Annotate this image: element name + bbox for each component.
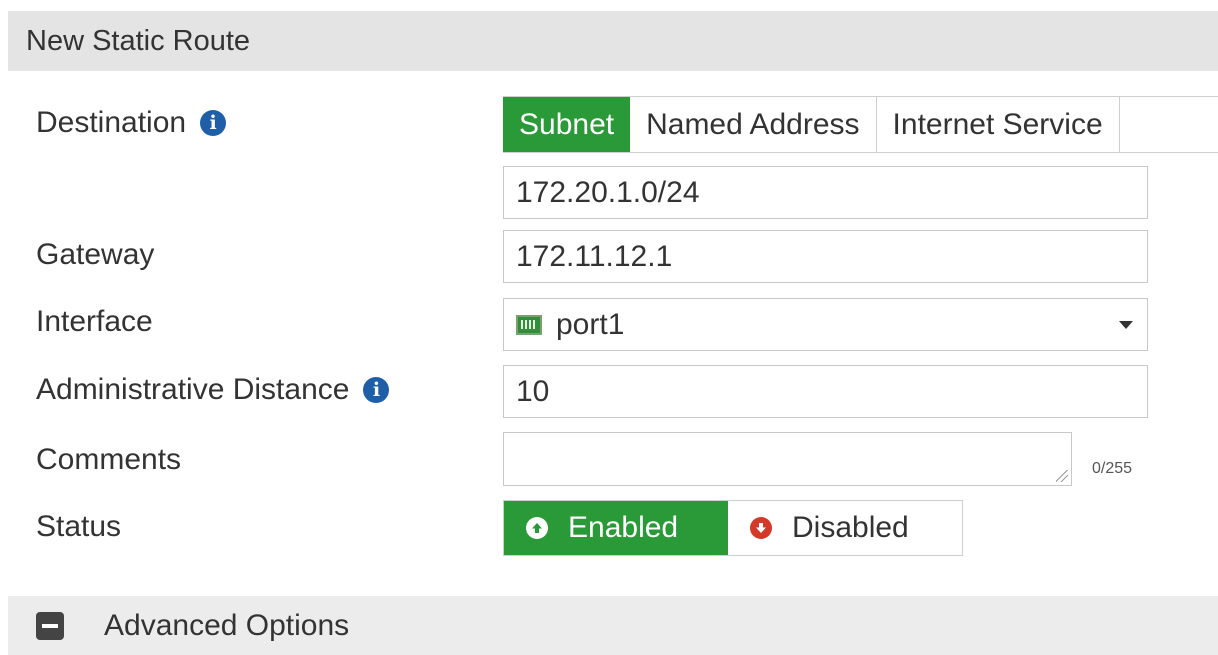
status-disabled-button[interactable]: Disabled — [728, 501, 962, 555]
gateway-input[interactable]: 172.11.12.1 — [503, 230, 1148, 283]
resize-grip-icon[interactable] — [1056, 470, 1068, 482]
status-enabled-button[interactable]: Enabled — [504, 501, 728, 555]
destination-label: Destination — [36, 106, 187, 139]
interface-label: Interface — [36, 305, 153, 338]
tab-named-address[interactable]: Named Address — [630, 97, 877, 152]
comments-textarea[interactable] — [503, 432, 1072, 486]
destination-type-tabs: Subnet Named Address Internet Service — [503, 96, 1218, 153]
interface-value: port1 — [556, 307, 625, 341]
page-header: New Static Route — [8, 11, 1218, 71]
comments-char-counter: 0/255 — [1092, 460, 1133, 477]
interface-select[interactable]: port1 — [503, 298, 1148, 351]
status-enabled-label: Enabled — [568, 511, 679, 544]
destination-label-row: Destination i — [36, 106, 227, 140]
tab-subnet[interactable]: Subnet — [503, 97, 631, 152]
admin-distance-value: 10 — [516, 374, 550, 408]
status-toggle-group: Enabled Disabled — [503, 500, 963, 556]
collapse-minus-icon — [36, 611, 64, 640]
admin-distance-input[interactable]: 10 — [503, 365, 1148, 418]
arrow-down-circle-icon — [750, 517, 772, 539]
comments-label: Comments — [36, 443, 182, 476]
destination-subnet-value: 172.20.1.0/24 — [516, 175, 700, 209]
info-icon[interactable]: i — [200, 110, 227, 136]
info-icon[interactable]: i — [363, 377, 390, 403]
tab-internet-service[interactable]: Internet Service — [876, 97, 1120, 152]
page-title: New Static Route — [26, 24, 251, 57]
arrow-up-circle-icon — [526, 517, 548, 539]
advanced-options-label: Advanced Options — [104, 608, 350, 642]
chevron-down-icon[interactable] — [1119, 321, 1133, 329]
admin-distance-label-row: Administrative Distance i — [36, 373, 390, 407]
gateway-value: 172.11.12.1 — [516, 239, 673, 273]
advanced-options-toggle[interactable]: Advanced Options — [8, 596, 1218, 655]
destination-subnet-input[interactable]: 172.20.1.0/24 — [503, 166, 1148, 219]
status-disabled-label: Disabled — [792, 511, 909, 544]
gateway-label: Gateway — [36, 238, 155, 271]
port-icon — [516, 314, 542, 335]
admin-distance-label: Administrative Distance — [36, 373, 350, 406]
status-label: Status — [36, 510, 122, 543]
